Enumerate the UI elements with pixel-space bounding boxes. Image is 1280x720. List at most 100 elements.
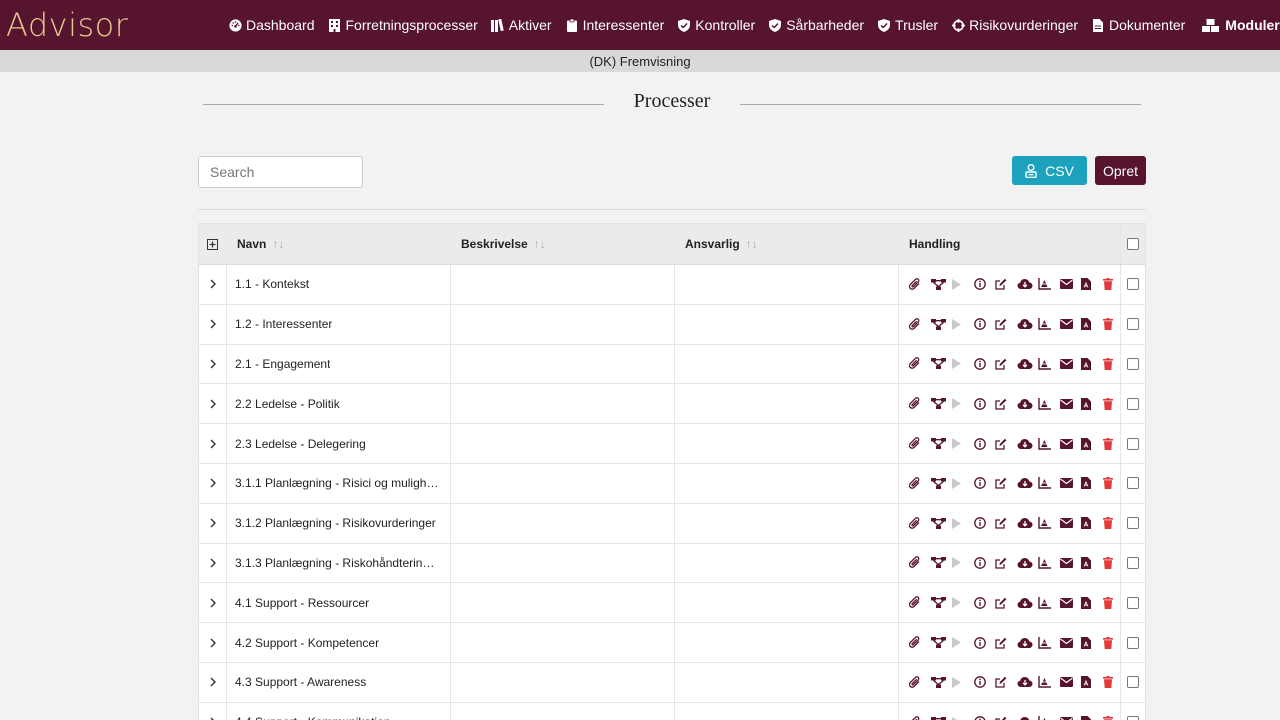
sitemap-icon[interactable] (930, 556, 953, 570)
play-icon[interactable] (952, 516, 974, 530)
edit-icon[interactable] (995, 437, 1017, 451)
expand-row-icon[interactable] (199, 623, 227, 662)
row-name-cell[interactable]: 4.1 Support - Ressourcer (227, 583, 451, 623)
play-icon[interactable] (952, 675, 974, 689)
expand-row-icon[interactable] (199, 503, 227, 543)
row-checkbox[interactable] (1127, 716, 1139, 720)
info-icon[interactable] (973, 636, 996, 650)
row-name-cell[interactable]: 2.1 - Engagement (227, 344, 451, 384)
cloud-download-icon[interactable] (1017, 357, 1039, 371)
cloud-download-icon[interactable] (1017, 636, 1039, 650)
row-checkbox[interactable] (1127, 596, 1139, 609)
chart-icon[interactable] (1038, 556, 1060, 570)
nav-kontroller[interactable]: Kontroller (677, 17, 755, 33)
row-checkbox[interactable] (1127, 278, 1139, 291)
row-checkbox[interactable] (1127, 357, 1139, 370)
cloud-download-icon[interactable] (1017, 596, 1039, 610)
row-checkbox[interactable] (1127, 556, 1139, 569)
sitemap-icon[interactable] (930, 715, 953, 720)
sort-icon[interactable]: ↑↓ (534, 237, 546, 251)
file-pdf-icon[interactable] (1081, 317, 1103, 331)
info-icon[interactable] (973, 317, 996, 331)
sitemap-icon[interactable] (930, 437, 953, 451)
info-icon[interactable] (973, 675, 996, 689)
file-pdf-icon[interactable] (1081, 476, 1103, 490)
paperclip-icon[interactable] (909, 317, 931, 331)
expand-row-icon[interactable] (199, 384, 227, 424)
sitemap-icon[interactable] (930, 636, 953, 650)
cloud-download-icon[interactable] (1017, 277, 1039, 291)
sort-icon[interactable]: ↑↓ (272, 237, 284, 251)
envelope-icon[interactable] (1059, 556, 1082, 570)
row-name-cell[interactable]: 2.3 Ledelse - Delegering (227, 424, 451, 463)
play-icon[interactable] (952, 357, 974, 371)
chart-icon[interactable] (1038, 596, 1060, 610)
play-icon[interactable] (952, 476, 974, 490)
envelope-icon[interactable] (1059, 596, 1082, 610)
info-icon[interactable] (973, 277, 996, 291)
row-name-cell[interactable]: 4.2 Support - Kompetencer (227, 623, 451, 662)
cloud-download-icon[interactable] (1017, 556, 1039, 570)
expand-row-icon[interactable] (199, 543, 227, 583)
info-icon[interactable] (973, 397, 996, 411)
row-name-cell[interactable]: 3.1.2 Planlægning - Risikovurderinger (227, 503, 451, 543)
file-pdf-icon[interactable] (1081, 437, 1103, 451)
play-icon[interactable] (952, 317, 974, 331)
play-icon[interactable] (952, 437, 974, 451)
chart-icon[interactable] (1038, 675, 1060, 689)
sitemap-icon[interactable] (930, 596, 953, 610)
cloud-download-icon[interactable] (1017, 437, 1039, 451)
expand-row-icon[interactable] (199, 304, 227, 344)
nav-saarbarheder[interactable]: Sårbarheder (768, 17, 864, 33)
envelope-icon[interactable] (1059, 357, 1082, 371)
create-button[interactable]: Opret (1095, 156, 1146, 185)
chart-icon[interactable] (1038, 397, 1060, 411)
chart-icon[interactable] (1038, 437, 1060, 451)
row-name-cell[interactable]: 1.2 - Interessenter (227, 304, 451, 344)
row-checkbox[interactable] (1127, 676, 1139, 689)
select-all-checkbox[interactable] (1127, 238, 1139, 250)
paperclip-icon[interactable] (909, 715, 931, 720)
expand-row-icon[interactable] (199, 662, 227, 702)
info-icon[interactable] (973, 596, 996, 610)
paperclip-icon[interactable] (909, 516, 931, 530)
envelope-icon[interactable] (1059, 715, 1082, 720)
file-pdf-icon[interactable] (1081, 715, 1103, 720)
sort-icon[interactable]: ↑↓ (746, 237, 758, 251)
edit-icon[interactable] (995, 476, 1017, 490)
edit-icon[interactable] (995, 715, 1017, 720)
chart-icon[interactable] (1038, 715, 1060, 720)
envelope-icon[interactable] (1059, 317, 1082, 331)
envelope-icon[interactable] (1059, 636, 1082, 650)
expand-all-icon[interactable] (199, 224, 227, 264)
chart-icon[interactable] (1038, 476, 1060, 490)
play-icon[interactable] (952, 397, 974, 411)
play-icon[interactable] (952, 596, 974, 610)
row-name-cell[interactable]: 4.3 Support - Awareness (227, 662, 451, 702)
expand-row-icon[interactable] (199, 702, 227, 720)
chart-icon[interactable] (1038, 636, 1060, 650)
row-name-cell[interactable]: 4.4 Support - Kommunikation (227, 702, 451, 720)
expand-row-icon[interactable] (199, 265, 227, 304)
paperclip-icon[interactable] (909, 397, 931, 411)
paperclip-icon[interactable] (909, 636, 931, 650)
cloud-download-icon[interactable] (1017, 675, 1039, 689)
header-name[interactable]: Navn ↑↓ (227, 224, 451, 264)
chart-icon[interactable] (1038, 277, 1060, 291)
info-icon[interactable] (973, 437, 996, 451)
file-pdf-icon[interactable] (1081, 675, 1103, 689)
envelope-icon[interactable] (1059, 476, 1082, 490)
envelope-icon[interactable] (1059, 437, 1082, 451)
cloud-download-icon[interactable] (1017, 397, 1039, 411)
sitemap-icon[interactable] (930, 357, 953, 371)
cloud-download-icon[interactable] (1017, 715, 1039, 720)
cloud-download-icon[interactable] (1017, 317, 1039, 331)
envelope-icon[interactable] (1059, 675, 1082, 689)
cloud-download-icon[interactable] (1017, 516, 1039, 530)
envelope-icon[interactable] (1059, 397, 1082, 411)
info-icon[interactable] (974, 715, 996, 720)
row-checkbox[interactable] (1127, 437, 1139, 450)
sitemap-icon[interactable] (930, 476, 953, 490)
header-owner[interactable]: Ansvarlig ↑↓ (675, 224, 899, 264)
header-description[interactable]: Beskrivelse ↑↓ (451, 224, 675, 264)
